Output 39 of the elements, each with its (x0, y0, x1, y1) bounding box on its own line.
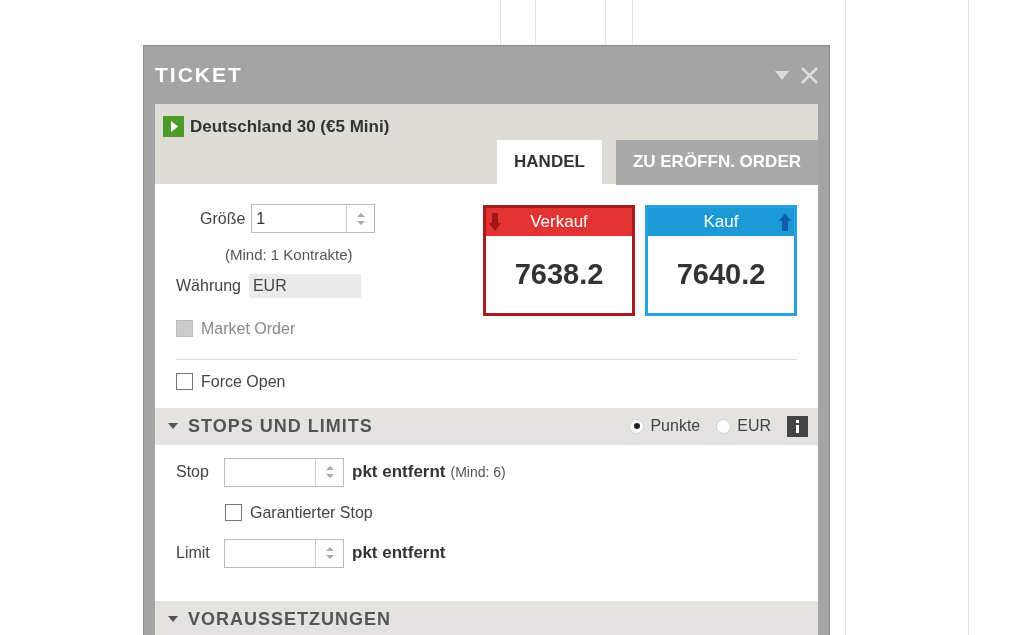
up-arrow-icon (779, 213, 791, 231)
checkbox[interactable] (225, 504, 242, 521)
stop-hint: (Mind: 6) (450, 462, 506, 482)
spinner-arrows-icon (356, 211, 365, 226)
number-field[interactable] (224, 538, 344, 568)
radio-button[interactable] (716, 418, 732, 434)
instrument-name: Deutschland 30 (€5 Mini) (190, 116, 390, 138)
stop-label: Stop (176, 462, 210, 482)
dropdown-icon[interactable] (775, 70, 789, 80)
down-arrow-icon (489, 213, 501, 231)
window-title: TICKET (155, 62, 244, 89)
spinner-arrows-icon (325, 465, 334, 479)
buy-price-button[interactable]: Kauf 7640.2 (645, 205, 797, 316)
stop-unit: pkt entfernt (352, 461, 446, 484)
caret-icon (168, 423, 178, 429)
currency-label: Währung (176, 275, 241, 296)
radio-label: Punkte (650, 416, 701, 436)
close-icon[interactable] (801, 66, 818, 84)
number-field[interactable]: 1 (251, 204, 376, 233)
size-hint: (Mind: 1 Kontrakte) (224, 245, 354, 265)
section-header[interactable]: STOPS UND LIMITS Punkte EUR (155, 407, 818, 445)
section-header[interactable]: VORAUSSETZUNGEN (155, 600, 818, 635)
checkbox-label: Force Open (201, 371, 286, 392)
currency-field: EUR (248, 273, 361, 298)
size-label: Größe (200, 208, 246, 229)
sell-price-button[interactable]: Verkauf 7638.2 (483, 205, 635, 316)
play-icon[interactable] (163, 116, 184, 138)
checkbox[interactable] (176, 373, 193, 390)
checkbox-label: Market Order (201, 318, 296, 339)
tab[interactable]: HANDEL (497, 139, 602, 185)
limit-unit: pkt entfernt (352, 542, 446, 565)
checkbox-label: Garantierter Stop (250, 502, 373, 523)
radio-button[interactable] (629, 418, 645, 434)
caret-icon (168, 616, 178, 622)
spinner-arrows-icon (325, 546, 334, 560)
radio-label: EUR (737, 416, 771, 436)
number-field[interactable] (224, 457, 344, 487)
info-icon[interactable] (787, 415, 808, 437)
limit-label: Limit (176, 543, 211, 563)
